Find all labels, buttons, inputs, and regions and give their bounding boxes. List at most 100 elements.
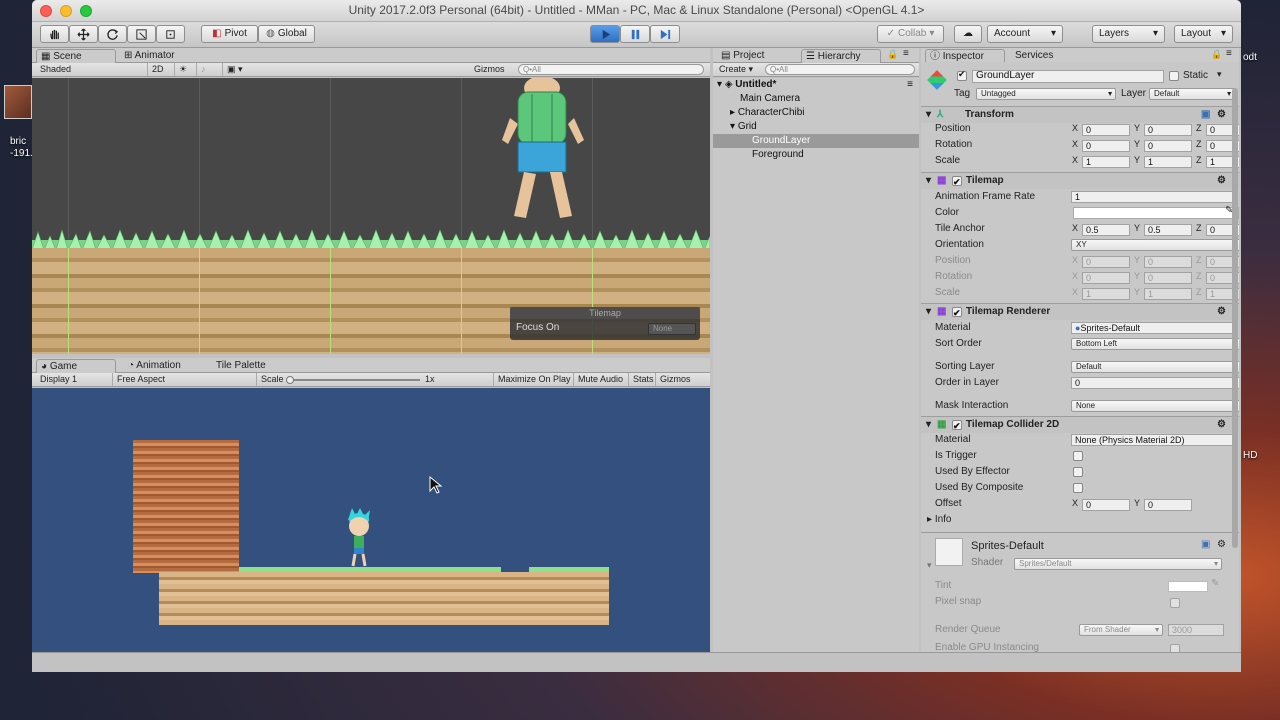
tilemap-collider-header[interactable]: ▾ ▦ Tilemap Collider 2D ⚙ <box>921 416 1239 434</box>
inspector-scrollbar[interactable] <box>1232 88 1238 548</box>
aspect-dropdown[interactable]: Free Aspect <box>112 373 252 386</box>
tab-animator[interactable]: ⊞ Animator <box>120 49 200 63</box>
position-x-input[interactable]: 0 <box>1082 124 1130 136</box>
audio-toggle[interactable]: ♪ <box>196 63 210 76</box>
scale-x-input[interactable]: 1 <box>1082 288 1130 300</box>
help-icon[interactable]: ▣ <box>1201 539 1210 550</box>
zoom-button[interactable] <box>80 5 92 17</box>
mode-2d-toggle[interactable]: 2D <box>147 63 168 76</box>
rect-tool-button[interactable] <box>156 25 185 43</box>
eyedropper-icon[interactable]: ✎ <box>1211 578 1219 589</box>
hierarchy-scene-root[interactable]: ▾ ◈ Untitled* ≡ <box>713 78 919 92</box>
tilemap-header[interactable]: ▾ ▦ Tilemap ⚙ <box>921 172 1239 190</box>
hierarchy-item-groundlayer[interactable]: GroundLayer <box>713 134 919 148</box>
tile-anchor-x-input[interactable]: 0.5 <box>1082 224 1130 236</box>
hierarchy-item-foreground[interactable]: Foreground <box>713 148 919 162</box>
move-tool-button[interactable] <box>69 25 98 43</box>
maximize-on-play-toggle[interactable]: Maximize On Play <box>493 373 575 386</box>
shader-dropdown[interactable]: Sprites/Default <box>1014 558 1222 570</box>
close-button[interactable] <box>40 5 52 17</box>
stats-toggle[interactable]: Stats <box>628 373 658 386</box>
hierarchy-search-input[interactable]: Q•All <box>765 64 915 75</box>
tab-game[interactable]: ◕ Game <box>36 359 116 373</box>
pixel-snap-checkbox[interactable] <box>1170 598 1180 608</box>
hierarchy-item-characterchibi[interactable]: ▸ CharacterChibi <box>713 106 919 120</box>
offset-y-input[interactable]: 0 <box>1144 499 1192 511</box>
hand-tool-button[interactable] <box>40 25 69 43</box>
scene-view[interactable]: Tilemap Focus On None <box>32 78 710 354</box>
tile-anchor-y-input[interactable]: 0.5 <box>1144 224 1192 236</box>
scale-slider-handle[interactable] <box>286 376 294 384</box>
tag-dropdown[interactable]: Untagged <box>976 88 1116 100</box>
scale-x-input[interactable]: 1 <box>1082 156 1130 168</box>
position-y-input[interactable]: 0 <box>1144 256 1192 268</box>
rotate-tool-button[interactable] <box>98 25 127 43</box>
rotation-x-input[interactable]: 0 <box>1082 140 1130 152</box>
play-button[interactable] <box>590 25 620 43</box>
game-view[interactable] <box>32 388 710 652</box>
object-name-input[interactable]: GroundLayer <box>972 70 1164 83</box>
game-gizmos-dropdown[interactable]: Gizmos <box>655 373 695 386</box>
info-foldout[interactable]: ▸ Info <box>927 512 952 528</box>
scene-menu-icon[interactable]: ≡ <box>907 78 919 92</box>
is-trigger-checkbox[interactable] <box>1073 451 1083 461</box>
settings-gear-icon[interactable]: ⚙ <box>1217 539 1226 550</box>
layers-dropdown[interactable]: Layers ▾ <box>1092 25 1165 43</box>
mute-audio-toggle[interactable]: Mute Audio <box>573 373 627 386</box>
lock-icon[interactable]: 🔒 <box>887 49 898 60</box>
scale-slider[interactable] <box>288 379 420 381</box>
position-y-input[interactable]: 0 <box>1144 124 1192 136</box>
scale-y-input[interactable]: 1 <box>1144 156 1192 168</box>
panel-menu-icon[interactable]: ≡ <box>903 48 909 59</box>
scene-gizmos-dropdown[interactable]: Gizmos <box>474 63 505 76</box>
tab-tile-palette[interactable]: Tile Palette <box>212 359 292 373</box>
cloud-button[interactable]: ☁ <box>954 25 982 43</box>
order-in-layer-input[interactable]: 0 <box>1071 377 1239 389</box>
panel-menu-icon[interactable]: ≡ <box>1226 48 1232 59</box>
desktop-file-icon[interactable] <box>4 85 32 119</box>
focus-on-dropdown[interactable]: None <box>648 323 696 335</box>
tab-project[interactable]: ▤ Project <box>717 49 797 63</box>
pivot-toggle[interactable]: ◧ Pivot <box>201 25 258 43</box>
settings-gear-icon[interactable]: ⚙ <box>1217 304 1226 320</box>
tab-inspector[interactable]: ⓘ Inspector <box>925 49 1005 63</box>
tilemap-renderer-header[interactable]: ▾ ▦ Tilemap Renderer ⚙ <box>921 303 1239 321</box>
settings-gear-icon[interactable]: ⚙ <box>1217 107 1226 123</box>
effects-dropdown[interactable]: ▣ ▾ <box>222 63 247 76</box>
create-dropdown[interactable]: Create ▾ <box>719 63 753 76</box>
gpu-instancing-checkbox[interactable] <box>1170 644 1180 652</box>
used-by-effector-checkbox[interactable] <box>1073 467 1083 477</box>
pause-button[interactable] <box>620 25 650 43</box>
tint-color-swatch[interactable] <box>1168 581 1208 592</box>
static-dropdown-arrow-icon[interactable]: ▾ <box>1217 69 1222 80</box>
help-icon[interactable]: ▣ <box>1201 107 1210 123</box>
rotation-y-input[interactable]: 0 <box>1144 272 1192 284</box>
layer-dropdown[interactable]: Default <box>1149 88 1235 100</box>
global-toggle[interactable]: ◍ Global <box>258 25 315 43</box>
layout-dropdown[interactable]: Layout ▾ <box>1174 25 1233 43</box>
step-button[interactable] <box>650 25 680 43</box>
static-checkbox[interactable] <box>1169 71 1179 81</box>
tab-hierarchy[interactable]: ☰ Hierarchy <box>801 49 881 63</box>
scale-y-input[interactable]: 1 <box>1144 288 1192 300</box>
render-queue-input[interactable]: 3000 <box>1168 624 1224 636</box>
color-swatch[interactable] <box>1073 207 1239 219</box>
scale-tool-button[interactable] <box>127 25 156 43</box>
hierarchy-item-main-camera[interactable]: Main Camera <box>713 92 919 106</box>
tab-services[interactable]: Services <box>1011 49 1091 63</box>
collab-dropdown[interactable]: ✓ Collab ▾ <box>877 25 944 43</box>
display-dropdown[interactable]: Display 1 <box>40 373 77 386</box>
hierarchy-item-grid[interactable]: ▾ Grid <box>713 120 919 134</box>
account-dropdown[interactable]: Account ▾ <box>987 25 1063 43</box>
settings-gear-icon[interactable]: ⚙ <box>1217 417 1226 433</box>
active-checkbox[interactable] <box>957 69 967 81</box>
tilemap-enabled-checkbox[interactable] <box>952 174 962 190</box>
tab-animation[interactable]: ◔ Animation <box>124 359 204 373</box>
collider-enabled-checkbox[interactable] <box>952 418 962 434</box>
rotation-y-input[interactable]: 0 <box>1144 140 1192 152</box>
orientation-dropdown[interactable]: XY <box>1071 239 1239 251</box>
scene-search-input[interactable]: Q•All <box>518 64 704 75</box>
collider-material-field[interactable]: None (Physics Material 2D) <box>1071 434 1238 446</box>
shading-mode-dropdown[interactable]: Shaded <box>40 63 71 76</box>
animation-frame-rate-input[interactable]: 1 <box>1071 191 1236 203</box>
